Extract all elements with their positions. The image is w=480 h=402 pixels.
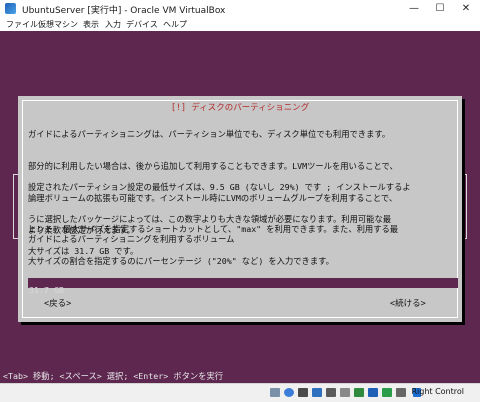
vm-screen[interactable]: [!] ディスクのパーティショニング ガイドによるパーティショニングは、パーティ… [0,31,480,383]
partitioning-dialog: [!] ディスクのパーティショニング ガイドによるパーティショニングは、パーティ… [18,96,462,322]
cpu-icon[interactable] [382,388,392,397]
window-titlebar: UbuntuServer [実行中] - Oracle VM VirtualBo… [0,0,480,17]
mouse-integration-icon[interactable] [396,388,406,397]
keyboard-hint: <Tab> 移動; <スペース> 選択; <Enter> ボタンを実行 [3,371,224,381]
video-capture-icon[interactable] [368,388,378,397]
volume-size-input[interactable]: 31.7 GB [28,278,458,295]
usb-icon[interactable] [326,388,336,397]
close-button[interactable]: ✕ [453,0,479,17]
volume-prompt: ガイドによるパーティショニングを利用するボリューム [28,234,235,244]
display-icon[interactable] [354,388,364,397]
minimize-button[interactable]: — [401,0,427,17]
menu-help[interactable]: ヘルプ [163,19,187,30]
continue-button[interactable]: <続ける> [390,297,426,309]
audio-icon[interactable] [298,388,308,397]
menu-machine[interactable]: 仮想マシン [38,19,78,30]
volume-size-value: 31.7 GB [29,285,64,295]
virtualbox-icon [5,3,16,14]
menu-input[interactable]: 入力 [105,19,121,30]
menu-view[interactable]: 表示 [83,19,99,30]
window-title: UbuntuServer [実行中] - Oracle VM VirtualBo… [22,6,226,16]
maximize-button[interactable]: ☐ [427,0,453,17]
shared-folder-icon[interactable] [340,388,350,397]
size-info-line: 設定されたパーティション設定の最低サイズは、9.5 GB (ないし 29%) で… [28,182,411,193]
background-frame [466,174,467,238]
statusbar: Right Control [0,383,480,402]
description-line: ガイドによるパーティショニングは、パーティション単位でも、ディスク単位でも利用で… [28,129,391,140]
menu-file[interactable]: ファイル [6,19,38,30]
optical-drive-icon[interactable] [284,388,294,397]
background-frame [13,174,14,238]
menu-devices[interactable]: デバイス [126,19,158,30]
menubar: ファイル 仮想マシン 表示 入力 デバイス ヘルプ [0,17,480,31]
host-key-label: Right Control [411,387,464,396]
hint-paragraph: ヒント: 最大サイズを指定するショートカットとして、"max" を利用できます。… [28,203,458,288]
hint-line: 大サイズの割合を指定するのにパーセンテージ ("20%" など) を入力できます… [28,255,334,266]
hard-disk-icon[interactable] [270,388,280,397]
network-icon[interactable] [312,388,322,397]
back-button[interactable]: <戻る> [44,297,71,309]
